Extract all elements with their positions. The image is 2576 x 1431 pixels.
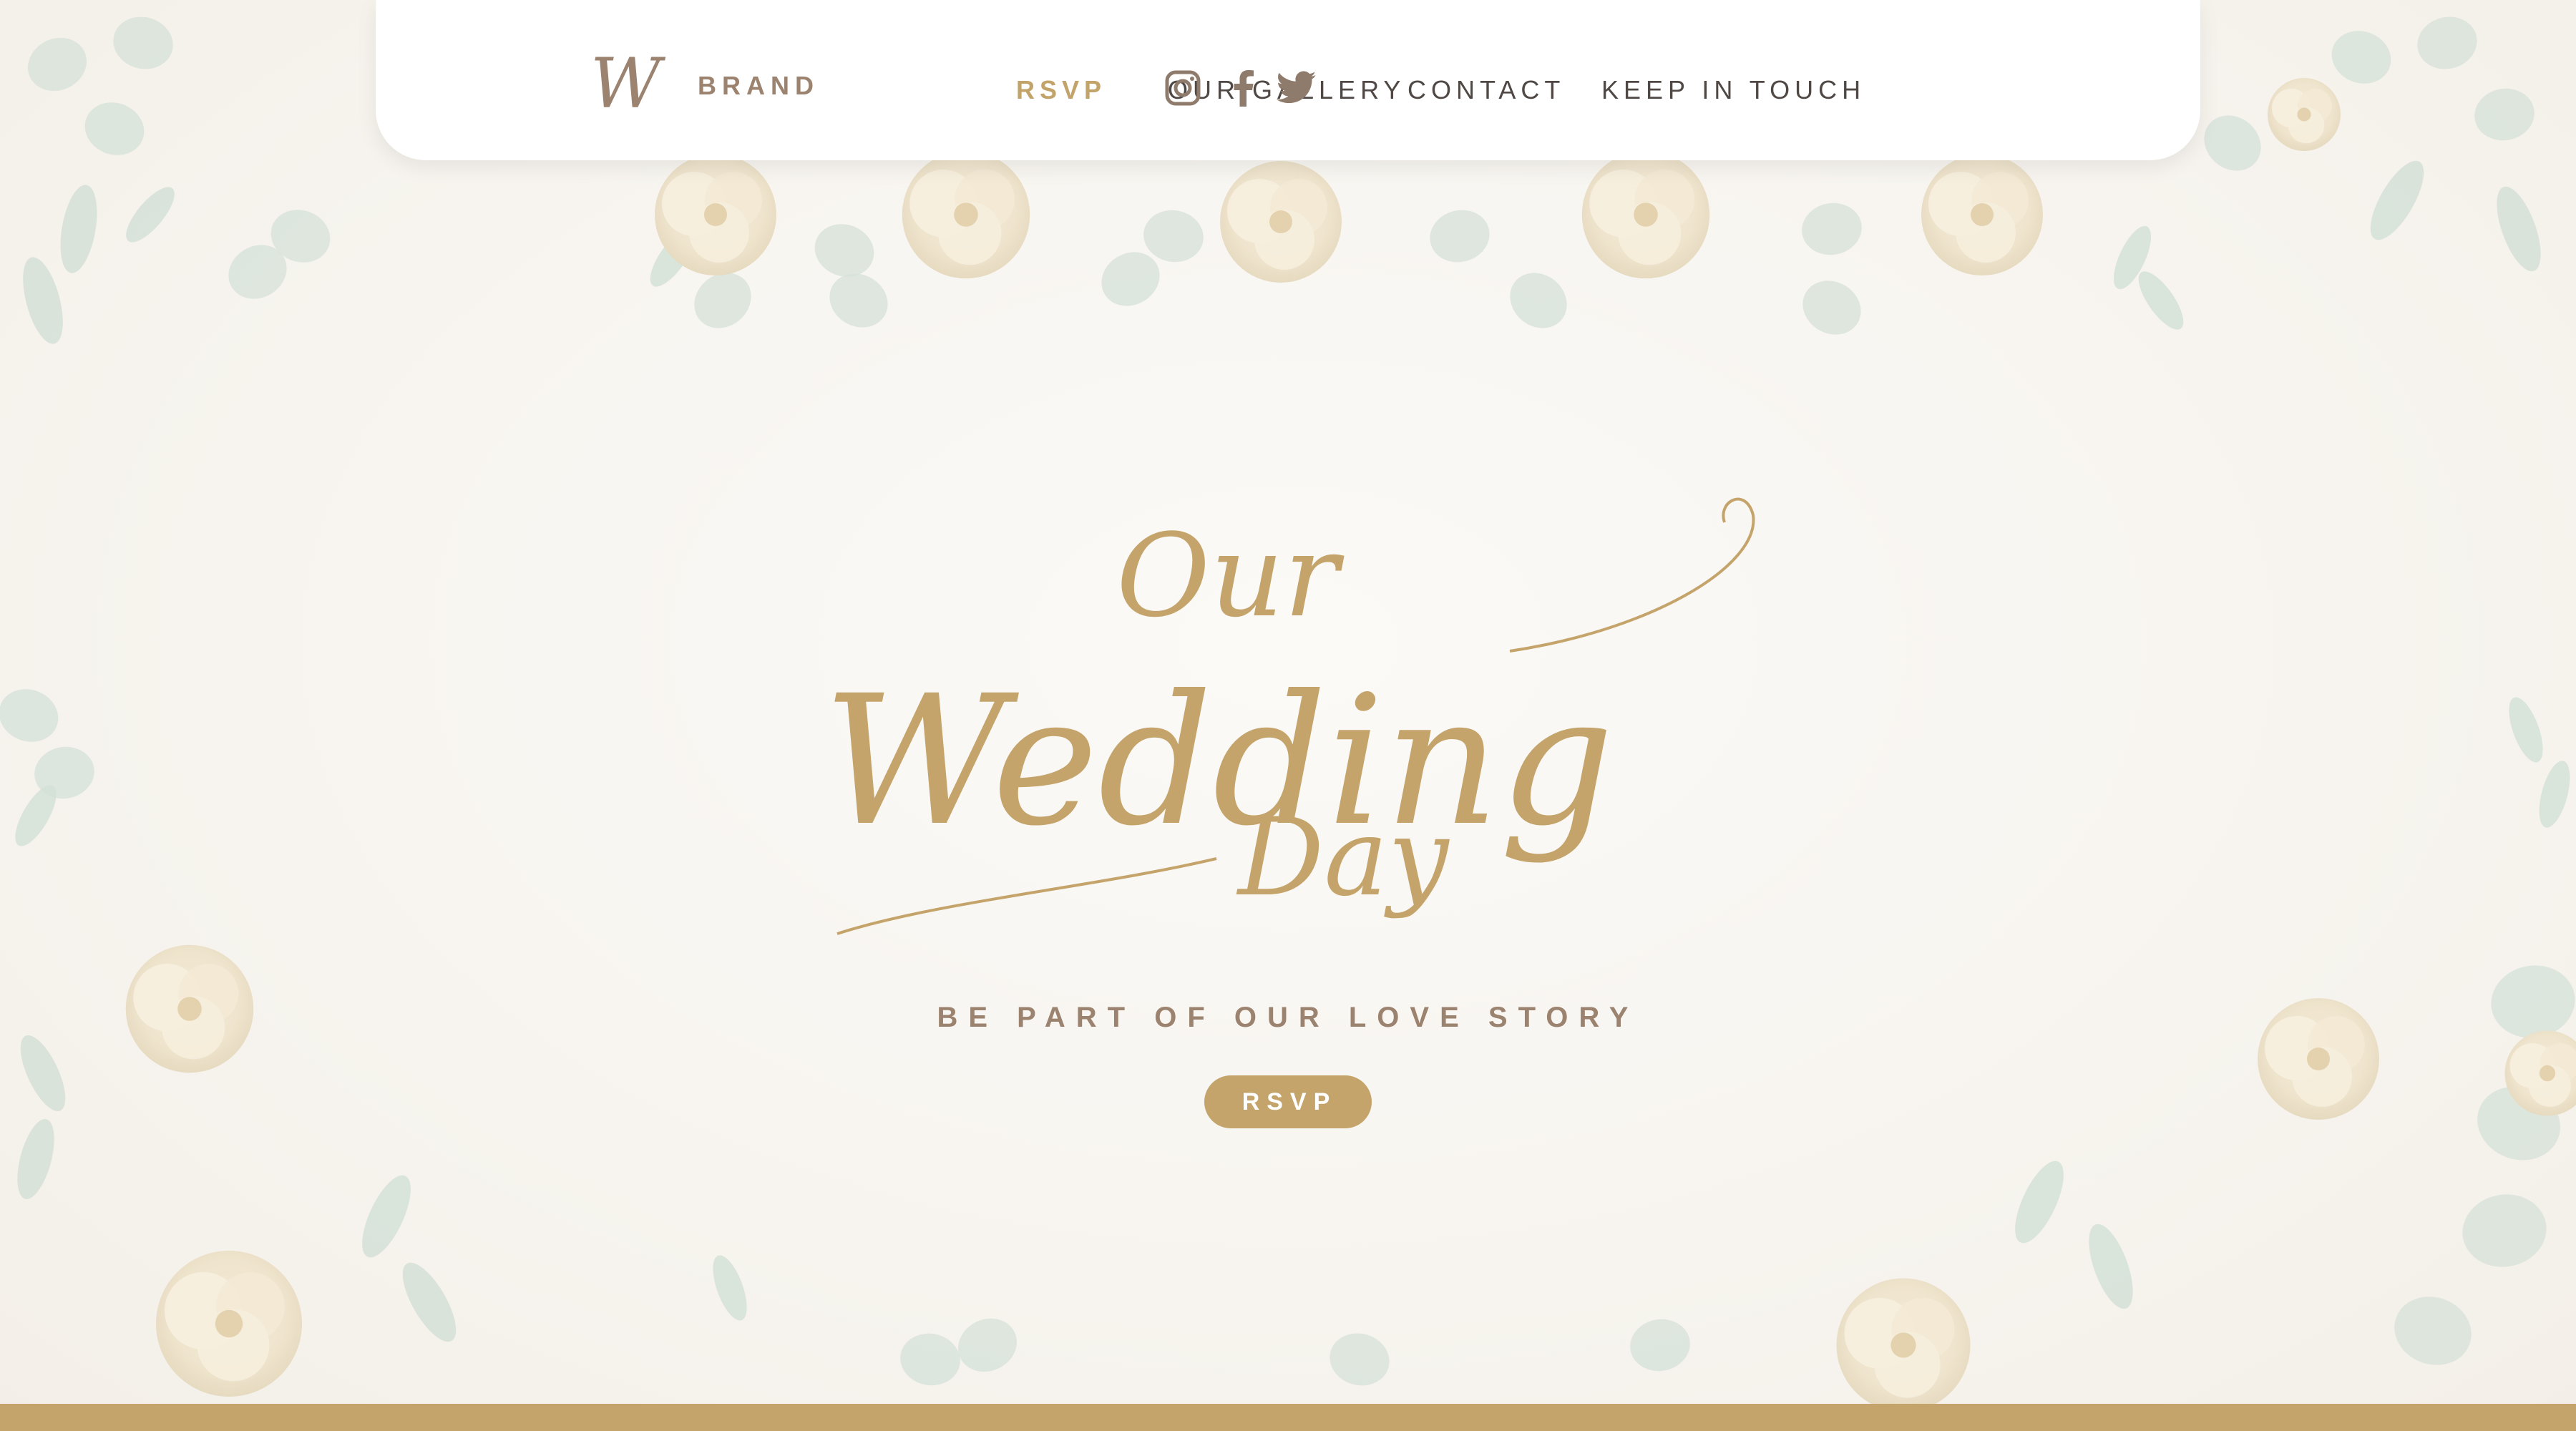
nav-rsvp[interactable]: RSVP <box>1016 75 1106 105</box>
title-our: Our <box>1116 509 1345 643</box>
wedding-landing-page: W BRAND RSVP OUR GALLERY CONTACT KEEP IN… <box>0 0 2576 1431</box>
title-wedding: Wedding <box>823 657 1614 865</box>
twitter-icon[interactable] <box>1276 67 1319 109</box>
top-garland <box>642 150 2192 346</box>
bottom-foliage <box>156 1154 2482 1412</box>
social-links <box>1161 63 1319 113</box>
left-side-foliage <box>0 680 254 1203</box>
nav-contact[interactable]: CONTACT <box>1407 75 1565 105</box>
bottom-accent-bar <box>0 1404 2576 1431</box>
nav-keep-in-touch[interactable]: KEEP IN TOUCH <box>1601 75 1865 105</box>
svg-text:W: W <box>590 50 666 122</box>
instagram-icon[interactable] <box>1161 67 1204 109</box>
brand-name: BRAND <box>698 71 819 100</box>
facebook-icon[interactable] <box>1222 67 1265 109</box>
hero-title: Our Wedding Day <box>823 497 1755 935</box>
top-navigation-bar: W BRAND RSVP OUR GALLERY CONTACT KEEP IN… <box>376 0 2200 160</box>
hero-tagline: BE PART OF OUR LOVE STORY <box>937 1002 1639 1033</box>
corner-branch-top-right <box>2192 10 2550 277</box>
brand[interactable]: W BRAND <box>583 50 819 122</box>
rsvp-button[interactable]: RSVP <box>1204 1075 1372 1128</box>
corner-branch-top-left <box>15 10 338 348</box>
title-day: Day <box>1236 796 1450 920</box>
brand-logo-icon[interactable]: W <box>583 50 676 122</box>
right-side-foliage <box>2258 693 2576 1274</box>
